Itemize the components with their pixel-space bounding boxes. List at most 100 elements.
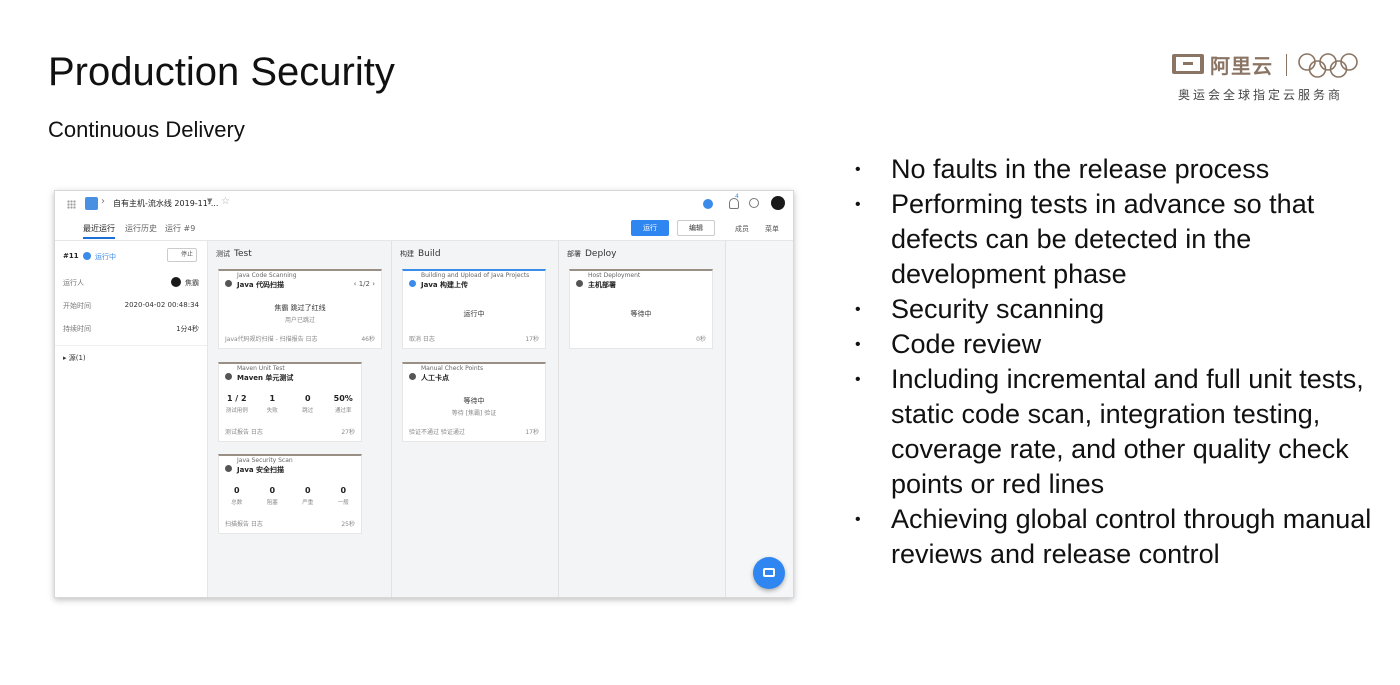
job-name: Java 构建上传 — [421, 281, 469, 289]
stat-value: 0 — [304, 394, 311, 403]
job-card-java-security-scan[interactable]: Java Security Scan Java 安全扫描 0 总数 0 阻塞 0 严重… — [218, 454, 362, 534]
stat-value: 1 — [269, 394, 276, 403]
stage-title: 部署 Deploy — [567, 249, 617, 259]
stat-label: 一般 — [337, 500, 349, 506]
runner-value: 焦霸 — [185, 279, 199, 287]
feedback-fab-button[interactable] — [753, 557, 785, 589]
check-icon — [225, 280, 232, 287]
job-message: 焦霸 跳过了红线 — [274, 304, 326, 312]
alibaba-cloud-mark-icon — [1172, 54, 1204, 74]
bullet-dot-icon: • — [855, 301, 861, 318]
stop-button-label: 停止 — [180, 251, 193, 258]
job-duration: 0秒 — [696, 336, 706, 343]
bullet-dot-icon: • — [855, 371, 861, 388]
job-name: 人工卡点 — [421, 374, 449, 382]
app-grid-icon[interactable] — [67, 200, 76, 209]
stage-title-cn: 构建 — [400, 250, 414, 258]
bullet-text: Performing tests in advance so that defe… — [891, 189, 1315, 289]
job-name: Java 代码扫描 — [237, 281, 285, 289]
stage-title-en: Build — [418, 249, 441, 259]
run-status: 运行中 — [95, 253, 116, 261]
stat: 1 / 2 测试用例 — [219, 394, 255, 414]
brand: 阿里云 — [1172, 50, 1273, 78]
scan-stats: 0 总数 0 阻塞 0 严重 0 一般 — [219, 486, 361, 506]
members-link[interactable]: 成员 — [735, 224, 749, 234]
stop-button[interactable]: 停止 — [167, 248, 197, 262]
job-card-maven-unit-test[interactable]: Maven Unit Test Maven 单元测试 1 / 2 测试用例 1 失败… — [218, 362, 362, 442]
stage-title-en: Test — [234, 249, 252, 259]
slide-subtitle: Continuous Delivery — [48, 117, 245, 142]
job-footer-links[interactable]: 验证不通过 验证通过 — [409, 427, 465, 436]
running-status-icon — [83, 252, 91, 260]
job-submessage: 用户已跳过 — [284, 317, 315, 324]
job-name: Java 安全扫描 — [237, 466, 285, 474]
avatar[interactable] — [771, 196, 785, 210]
stat-label: 通过率 — [334, 408, 352, 414]
tab-run-history[interactable]: 运行历史 — [125, 223, 157, 234]
job-footer-links[interactable]: Java代码规约扫描 - 扫描报告 日志 — [225, 334, 318, 343]
pipeline-app-icon — [85, 197, 98, 210]
job-footer-links[interactable]: 扫描报告 日志 — [225, 519, 263, 528]
job-duration: 27秒 — [341, 429, 355, 436]
bullet-dot-icon: • — [855, 511, 861, 528]
star-icon[interactable]: ☆ — [221, 196, 230, 207]
bullet-text: Code review — [891, 329, 1042, 359]
running-icon — [409, 280, 416, 287]
runner-label: 运行人 — [63, 279, 84, 287]
stat: 0 阻塞 — [255, 486, 291, 506]
job-card-java-build-upload[interactable]: Building and Upload of Java Projects Jav… — [402, 269, 546, 349]
stat-label: 失败 — [266, 408, 278, 414]
stage-title-cn: 测试 — [216, 250, 230, 258]
job-card-manual-check[interactable]: Manual Check Points 人工卡点 等待中 等待 [焦霸] 验证 … — [402, 362, 546, 442]
edit-button[interactable]: 编辑 — [677, 220, 715, 236]
tab-run-9[interactable]: 运行 #9 — [165, 223, 195, 234]
run-info-panel: #11 运行中 停止 运行人 焦霸 开始时间 2020-04-02 00:48:… — [55, 241, 208, 597]
job-footer-links[interactable]: 测试报告 日志 — [225, 427, 263, 436]
job-footer-links[interactable]: 取消 日志 — [409, 334, 435, 343]
job-pager[interactable]: ‹ 1/2 › — [354, 280, 375, 288]
menu-link[interactable]: 菜单 — [765, 224, 779, 234]
test-stats: 1 / 2 测试用例 1 失败 0 跳过 50% 通过率 — [219, 394, 361, 414]
tab-recent-runs[interactable]: 最近运行 — [83, 223, 115, 239]
job-card-java-code-scanning[interactable]: Java Code Scanning Java 代码扫描 ‹ 1/2 › 焦霸 … — [218, 269, 382, 349]
stat: 50% 通过率 — [326, 394, 362, 414]
status-dot-icon[interactable] — [703, 199, 713, 209]
job-label: Host Deployment — [588, 272, 641, 279]
stat-value: 0 — [269, 486, 276, 495]
stage-column-build: 构建 Build Building and Upload of Java Proj… — [392, 241, 559, 597]
bullet-item: • Security scanning — [855, 292, 1375, 327]
stat-label: 严重 — [302, 500, 314, 506]
pipeline-name[interactable]: 自有主机-流水线 2019-11-... — [113, 198, 218, 209]
stat-value: 1 / 2 — [226, 394, 247, 403]
job-status: 等待中 — [630, 310, 652, 318]
job-submessage: 等待 [焦霸] 验证 — [451, 410, 497, 417]
bullet-text: Including incremental and full unit test… — [891, 364, 1364, 499]
stage-column-test: 测试 Test Java Code Scanning Java 代码扫描 ‹ 1/… — [208, 241, 392, 597]
bullet-item: • No faults in the release process — [855, 152, 1375, 187]
source-toggle[interactable]: ▸ 源(1) — [63, 353, 86, 363]
stat-value: 0 — [233, 486, 240, 495]
job-name: 主机部署 — [588, 281, 616, 289]
stat: 0 一般 — [326, 486, 362, 506]
stat-label: 阻塞 — [266, 500, 278, 506]
logo-divider — [1286, 54, 1287, 76]
waiting-icon — [409, 373, 416, 380]
bullet-dot-icon: • — [855, 336, 861, 353]
job-card-host-deployment[interactable]: Host Deployment 主机部署 等待中 0秒 — [569, 269, 713, 349]
job-duration: 17秒 — [525, 336, 539, 343]
job-label: Java Security Scan — [237, 457, 293, 464]
stage-title-cn: 部署 — [567, 250, 581, 258]
stage-title-en: Deploy — [585, 249, 617, 259]
job-status: 运行中 — [463, 310, 485, 318]
job-label: Manual Check Points — [421, 365, 484, 372]
runner-avatar — [171, 277, 181, 287]
help-icon[interactable] — [749, 198, 759, 208]
source-label: 源(1) — [68, 354, 86, 362]
stat: 0 跳过 — [290, 394, 326, 414]
chevron-down-icon[interactable]: ▼ — [207, 197, 212, 205]
stage-column-deploy: 部署 Deploy Host Deployment 主机部署 等待中 0秒 — [559, 241, 726, 597]
stage-title: 构建 Build — [400, 249, 441, 259]
duration-value: 1分4秒 — [176, 325, 199, 333]
start-time-label: 开始时间 — [63, 302, 91, 310]
run-button[interactable]: 运行 — [631, 220, 669, 236]
